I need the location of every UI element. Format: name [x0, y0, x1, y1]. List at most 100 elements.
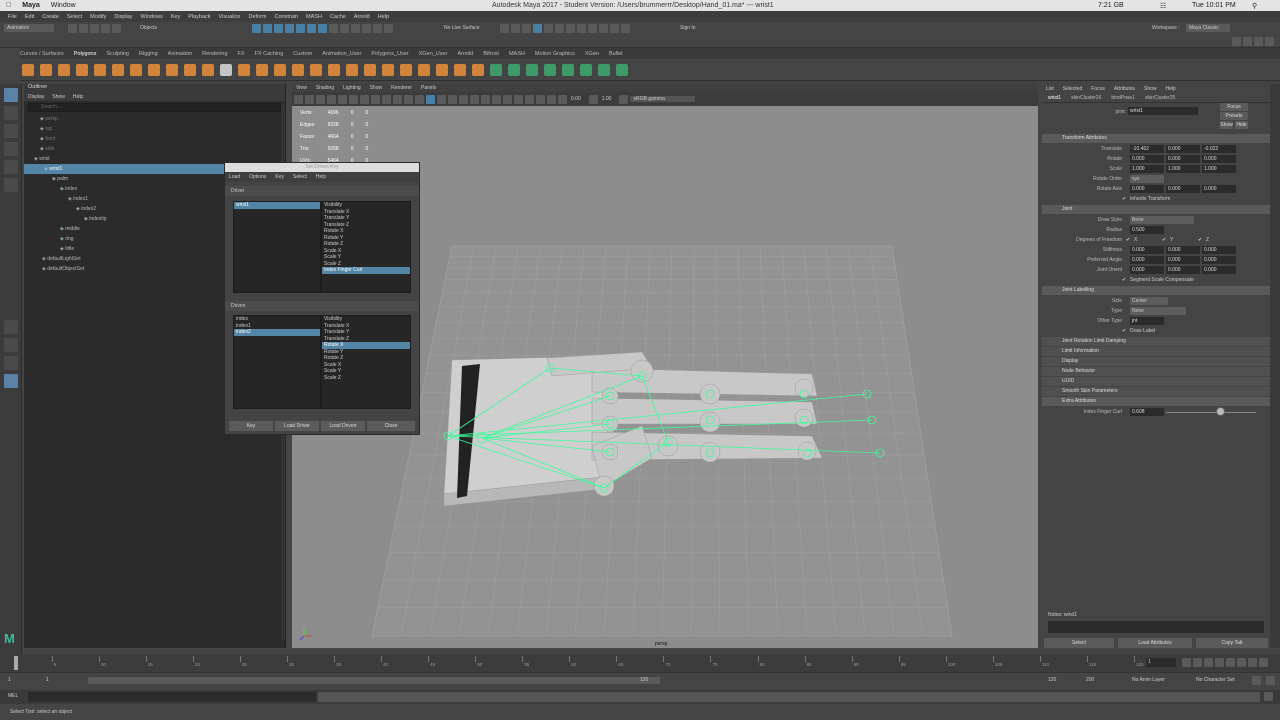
ae-menu-help[interactable]: Help: [1166, 86, 1176, 92]
driven-attribute-list[interactable]: Visibility Translate X Translate Y Translat…: [321, 315, 411, 409]
disc-icon[interactable]: [130, 63, 142, 76]
tool-settings-icon[interactable]: [621, 24, 630, 33]
outliner-layout-icon[interactable]: [4, 374, 18, 388]
smooth-icon[interactable]: [238, 63, 250, 76]
select-component-icon[interactable]: [274, 24, 283, 33]
menu-key[interactable]: Key: [171, 14, 180, 20]
menu-deform[interactable]: Deform: [248, 14, 266, 20]
batch-render-icon[interactable]: [522, 24, 531, 33]
ae-tab[interactable]: bindPose1: [1111, 95, 1135, 101]
menu-mash[interactable]: MASH: [306, 14, 322, 20]
go-to-end-icon[interactable]: [1259, 658, 1268, 667]
gamma-icon[interactable]: [588, 94, 598, 104]
step-back-icon[interactable]: [1193, 658, 1202, 667]
scale-tool-icon[interactable]: [4, 178, 18, 192]
unfold-icon[interactable]: [580, 63, 592, 76]
driven-object-list[interactable]: index index1 index2: [233, 315, 321, 409]
layout-single-icon[interactable]: [1232, 37, 1241, 46]
menu-edit[interactable]: Edit: [25, 14, 34, 20]
mirror-icon[interactable]: [274, 63, 286, 76]
render-view-icon[interactable]: [511, 24, 520, 33]
menu-arnold[interactable]: Arnold: [354, 14, 370, 20]
viewport-menu-renderer[interactable]: Renderer: [391, 85, 412, 91]
select-hierarchy-icon[interactable]: [252, 24, 261, 33]
auto-key-icon[interactable]: [1252, 676, 1261, 685]
joint-name-field[interactable]: wrist1: [1128, 107, 1198, 115]
scale-field[interactable]: 1.000: [1130, 165, 1164, 173]
shelf-tab[interactable]: FX Caching: [255, 51, 284, 57]
range-bar[interactable]: [88, 677, 660, 684]
combine-icon[interactable]: [202, 63, 214, 76]
clock[interactable]: Tue 10:01 PM: [1192, 2, 1236, 9]
shelf-tab[interactable]: Rigging: [139, 51, 158, 57]
resolution-gate-icon[interactable]: [360, 94, 369, 104]
color-management-icon[interactable]: [619, 94, 629, 104]
smooth-skin-header[interactable]: Smooth Skin Parameters: [1042, 387, 1270, 396]
uuid-header[interactable]: UUID: [1042, 377, 1270, 386]
joint-orient-field[interactable]: 0.000: [1166, 266, 1200, 274]
history-icon[interactable]: [351, 24, 360, 33]
smooth-shade-icon[interactable]: [426, 94, 435, 104]
display-icon[interactable]: [577, 24, 586, 33]
os-window-menu[interactable]: Window: [51, 2, 76, 9]
joint-orient-field[interactable]: 0.000: [1202, 266, 1236, 274]
outliner-menu-help[interactable]: Help: [73, 94, 83, 100]
snap-grid-icon[interactable]: [285, 24, 294, 33]
mel-label[interactable]: MEL: [8, 693, 18, 699]
transform-attributes-header[interactable]: Transform Attributes: [1042, 134, 1270, 143]
field-chart-icon[interactable]: [382, 94, 391, 104]
gamma-field[interactable]: 1.00: [602, 96, 612, 102]
radius-field[interactable]: 0.500: [1130, 226, 1164, 234]
shelf-tab[interactable]: Curves / Surfaces: [20, 51, 64, 57]
xray-joints-icon[interactable]: [547, 94, 556, 104]
append-icon[interactable]: [418, 63, 430, 76]
uv-editor-icon[interactable]: [472, 63, 484, 76]
fill-hole-icon[interactable]: [400, 63, 412, 76]
outliner-search-input[interactable]: Search...: [28, 103, 281, 112]
load-driver-button[interactable]: Load Driver: [275, 421, 319, 431]
rotate-axis-field[interactable]: 0.000: [1166, 185, 1200, 193]
open-scene-icon[interactable]: [79, 24, 88, 33]
playback-start-field[interactable]: 1: [46, 676, 70, 685]
hypershade-icon[interactable]: [500, 24, 509, 33]
shelf-tab[interactable]: Sculpting: [106, 51, 129, 57]
sphere-icon[interactable]: [22, 63, 34, 76]
outliner-item[interactable]: ◈ front: [24, 134, 285, 144]
shelf-tab[interactable]: Rendering: [202, 51, 227, 57]
viewport-menu-view[interactable]: View: [296, 85, 307, 91]
driver-attribute-list[interactable]: Visibility Translate X Translate Y Translat…: [321, 201, 411, 293]
sew-uv-icon[interactable]: [616, 63, 628, 76]
separate-icon[interactable]: [220, 63, 232, 76]
shelf-tab[interactable]: Polygons_User: [371, 51, 408, 57]
anim-layer-dropdown[interactable]: No Anim Layer: [1132, 676, 1182, 685]
command-input[interactable]: [28, 692, 316, 702]
ae-menu-selected[interactable]: Selected: [1063, 86, 1082, 92]
workspace-dropdown[interactable]: Maya Classic: [1186, 24, 1230, 32]
stiffness-field[interactable]: 0.000: [1202, 246, 1236, 254]
shelf-tab[interactable]: Bullet: [609, 51, 623, 57]
notes-field[interactable]: [1048, 621, 1264, 633]
list-item[interactable]: Index Finger Curl: [322, 267, 410, 274]
ae-tab[interactable]: skinCluster26: [1071, 95, 1101, 101]
lock-icon[interactable]: [329, 24, 338, 33]
target-weld-icon[interactable]: [364, 63, 376, 76]
character-set-dropdown[interactable]: No Character Set: [1196, 676, 1246, 685]
planar-map-icon[interactable]: [490, 63, 502, 76]
close-button[interactable]: Close: [367, 421, 415, 431]
start-time-field[interactable]: 1: [8, 676, 32, 685]
edge-loop-icon[interactable]: [382, 63, 394, 76]
viewport-menu-lighting[interactable]: Lighting: [343, 85, 361, 91]
undo-icon[interactable]: [101, 24, 110, 33]
shelf-tab[interactable]: Arnold: [457, 51, 473, 57]
translate-field[interactable]: -0.022: [1202, 145, 1236, 153]
copy-tab-button[interactable]: Copy Tab: [1196, 638, 1268, 648]
outliner-menu-display[interactable]: Display: [28, 94, 44, 100]
joint-orient-field[interactable]: 0.000: [1130, 266, 1164, 274]
text-icon[interactable]: [166, 63, 178, 76]
lasso-tool-icon[interactable]: [4, 106, 18, 120]
redo-icon[interactable]: [112, 24, 121, 33]
sdk-menu-options[interactable]: Options: [249, 174, 266, 180]
magnet-icon[interactable]: [340, 24, 349, 33]
menu-modify[interactable]: Modify: [90, 14, 106, 20]
step-back-key-icon[interactable]: [1204, 658, 1213, 667]
